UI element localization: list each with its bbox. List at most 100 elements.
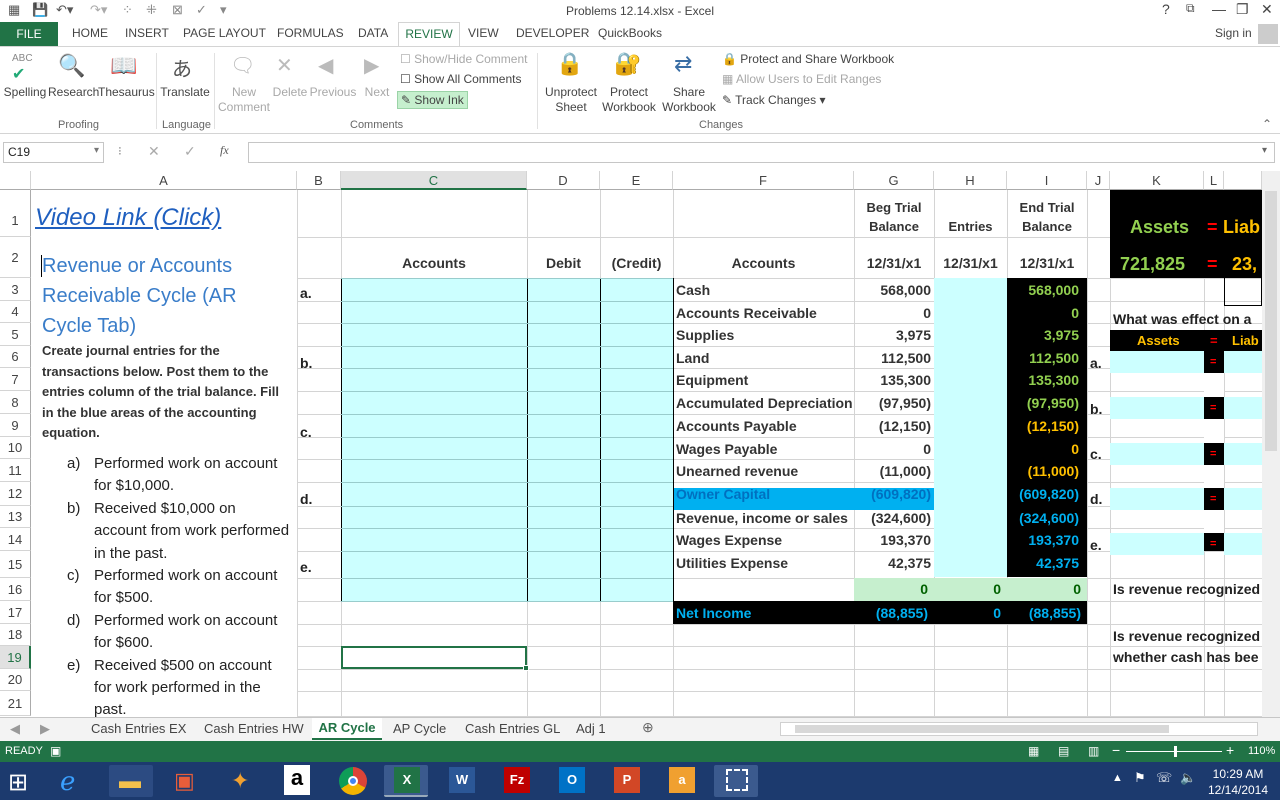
- column-header-e[interactable]: E: [600, 171, 673, 190]
- translate-button[interactable]: Translate: [158, 85, 212, 100]
- row-header-4[interactable]: 4: [0, 301, 31, 323]
- sheet-tab-cash-entries-hw[interactable]: Cash Entries HW: [204, 721, 304, 736]
- close-button[interactable]: ✕: [1261, 1, 1273, 18]
- ribbon-display-icon[interactable]: ⧉: [1186, 1, 1195, 16]
- word-taskbar-icon[interactable]: W: [439, 765, 483, 797]
- column-header-g[interactable]: G: [854, 171, 934, 190]
- share-workbook-button[interactable]: Share Workbook: [658, 85, 720, 115]
- column-header-m[interactable]: [1224, 171, 1262, 190]
- sign-in-link[interactable]: Sign in: [1215, 26, 1252, 40]
- horizontal-scrollbar[interactable]: [780, 722, 1258, 736]
- zoom-out-icon[interactable]: −: [1112, 742, 1120, 758]
- column-header-c[interactable]: C: [341, 171, 527, 190]
- tab-quickbooks[interactable]: QuickBooks: [598, 26, 662, 40]
- row-header-6[interactable]: 6: [0, 346, 31, 368]
- scroll-tabs-right-icon[interactable]: ▶: [40, 721, 50, 737]
- horizontal-scroll-thumb[interactable]: [795, 725, 1169, 733]
- protect-share-button[interactable]: 🔒 Protect and Share Workbook: [722, 52, 894, 66]
- taskbar-app-2-icon[interactable]: ✦: [219, 765, 263, 797]
- zoom-level[interactable]: 110%: [1248, 745, 1275, 757]
- row-header-13[interactable]: 13: [0, 506, 31, 528]
- sheet-tab-adj-1[interactable]: Adj 1: [576, 721, 606, 736]
- column-header-l[interactable]: L: [1204, 171, 1224, 190]
- eq-c-assets[interactable]: [1110, 443, 1204, 465]
- sheet-tab-cash-entries-ex[interactable]: Cash Entries EX: [91, 721, 186, 736]
- row-header-16[interactable]: 16: [0, 578, 31, 601]
- cancel-icon[interactable]: ✕: [148, 143, 160, 160]
- thesaurus-button[interactable]: Thesaurus: [98, 85, 155, 100]
- clock-date[interactable]: 12/14/2014: [1200, 783, 1276, 797]
- row-header-2[interactable]: 2: [0, 237, 31, 278]
- action-center-icon[interactable]: ⚑: [1134, 770, 1146, 786]
- tab-file[interactable]: FILE: [0, 22, 58, 46]
- column-header-a[interactable]: A: [31, 171, 297, 190]
- start-button-icon[interactable]: ⊞: [8, 768, 28, 797]
- row-header-21[interactable]: 21: [0, 691, 31, 716]
- help-button[interactable]: ?: [1162, 1, 1170, 17]
- row-header-10[interactable]: 10: [0, 437, 31, 459]
- tab-developer[interactable]: DEVELOPER: [516, 26, 589, 40]
- track-changes-button[interactable]: ✎ Track Changes ▾: [722, 93, 825, 107]
- clock-time[interactable]: 10:29 AM: [1200, 767, 1276, 781]
- show-hide-comment-button[interactable]: ☐ Show/Hide Comment: [400, 52, 527, 66]
- research-button[interactable]: Research: [48, 85, 99, 100]
- eq-c-liab[interactable]: [1224, 443, 1262, 465]
- eq-e-liab[interactable]: [1224, 533, 1262, 555]
- normal-view-icon[interactable]: ▦: [1028, 744, 1039, 758]
- row-header-7[interactable]: 7: [0, 368, 31, 391]
- tab-home[interactable]: HOME: [72, 26, 108, 40]
- formula-input[interactable]: [248, 142, 1275, 163]
- tab-formulas[interactable]: FORMULAS: [277, 26, 344, 40]
- sheet-tab-ap-cycle[interactable]: AP Cycle: [393, 721, 446, 736]
- eq-a-liab[interactable]: [1224, 351, 1262, 373]
- allow-users-button[interactable]: ▦ Allow Users to Edit Ranges: [722, 72, 881, 86]
- video-link[interactable]: Video Link (Click): [35, 204, 221, 232]
- unprotect-sheet-button[interactable]: Unprotect Sheet: [540, 85, 602, 115]
- excel-taskbar-icon[interactable]: X: [384, 765, 428, 797]
- eq-e-assets[interactable]: [1110, 533, 1204, 555]
- vertical-scrollbar[interactable]: [1262, 171, 1280, 717]
- row-header-8[interactable]: 8: [0, 391, 31, 414]
- worksheet-grid[interactable]: A B C D E F G H I J K L 1 2 3 4 5 6 7 8 9 10 11 12 1…: [0, 171, 1262, 717]
- row-header-18[interactable]: 18: [0, 624, 31, 646]
- zoom-slider-thumb[interactable]: [1174, 746, 1177, 757]
- tab-page-layout[interactable]: PAGE LAYOUT: [183, 26, 266, 40]
- row-header-20[interactable]: 20: [0, 669, 31, 691]
- journal-entry-area[interactable]: [341, 278, 673, 601]
- delete-comment-button[interactable]: Delete: [272, 85, 308, 100]
- eq-d-assets[interactable]: [1110, 488, 1204, 510]
- new-comment-button[interactable]: New Comment: [216, 85, 272, 115]
- sheet-tab-cash-entries-gl[interactable]: Cash Entries GL: [465, 721, 560, 736]
- page-break-view-icon[interactable]: ▥: [1088, 744, 1099, 758]
- row-header-14[interactable]: 14: [0, 528, 31, 551]
- network-icon[interactable]: ☏: [1156, 770, 1172, 786]
- tab-review[interactable]: REVIEW: [398, 22, 460, 47]
- row-header-3[interactable]: 3: [0, 278, 31, 301]
- tab-data[interactable]: DATA: [358, 26, 388, 40]
- collapse-ribbon-icon[interactable]: ⌃: [1262, 117, 1272, 131]
- eq-d-liab[interactable]: [1224, 488, 1262, 510]
- snipping-tool-icon[interactable]: [714, 765, 758, 797]
- amazon-store-icon[interactable]: a: [659, 765, 703, 797]
- eq-b-liab[interactable]: [1224, 397, 1262, 419]
- page-layout-view-icon[interactable]: ▤: [1058, 744, 1069, 758]
- insert-function-icon[interactable]: fx: [220, 143, 229, 158]
- tab-view[interactable]: VIEW: [468, 26, 499, 40]
- column-header-f[interactable]: F: [673, 171, 854, 190]
- protect-workbook-button[interactable]: Protect Workbook: [598, 85, 660, 115]
- expand-formula-icon[interactable]: ▾: [1262, 145, 1267, 156]
- show-all-comments-button[interactable]: ☐ Show All Comments: [400, 72, 521, 86]
- enter-icon[interactable]: ✓: [184, 143, 196, 160]
- vertical-scroll-thumb[interactable]: [1265, 191, 1277, 451]
- next-comment-button[interactable]: Next: [358, 85, 396, 100]
- spelling-button[interactable]: Spelling: [2, 85, 48, 100]
- sheet-tab-ar-cycle[interactable]: AR Cycle: [312, 718, 382, 740]
- column-header-j[interactable]: J: [1087, 171, 1110, 190]
- taskbar-app-1-icon[interactable]: ▣: [164, 765, 208, 797]
- avatar[interactable]: [1258, 24, 1278, 44]
- row-header-9[interactable]: 9: [0, 414, 31, 437]
- column-header-h[interactable]: H: [934, 171, 1007, 190]
- row-header-19[interactable]: 19: [0, 646, 31, 669]
- name-box[interactable]: C19 ▾: [3, 142, 104, 163]
- column-header-b[interactable]: B: [297, 171, 341, 190]
